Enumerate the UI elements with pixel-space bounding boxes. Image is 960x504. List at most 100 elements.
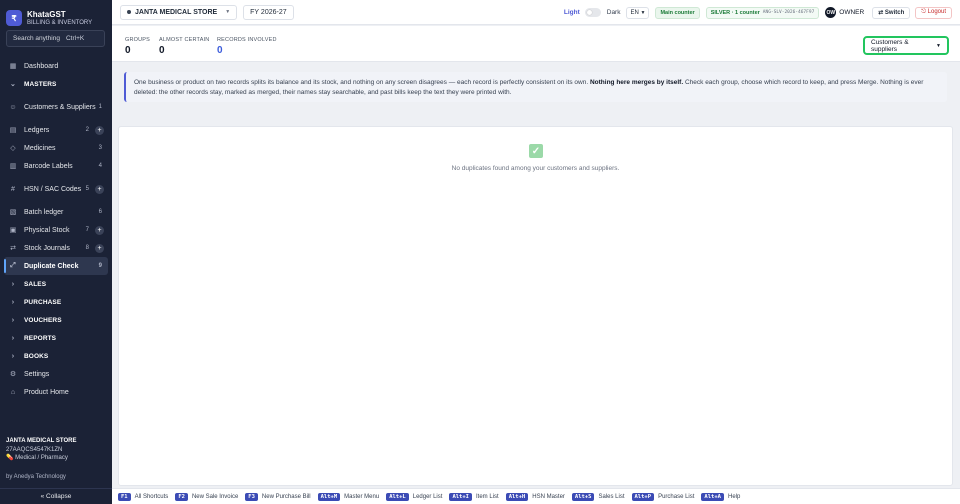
switch-button[interactable]: ⇄ Switch <box>872 6 911 19</box>
search-input[interactable]: Search anything Ctrl+K <box>6 30 105 47</box>
sidebar-item-customers-suppliers[interactable]: ☺ Customers & Suppliers 1 <box>4 93 108 121</box>
ledgers-icon: ▤ <box>9 127 17 134</box>
topbar-right: Light Dark EN ▼ Main counter SILVER · 1 … <box>564 5 952 20</box>
banner-text-pre: One business or product on two records s… <box>134 79 590 86</box>
stat-records-involved: RECORDS INVOLVED 0 <box>217 37 277 56</box>
checkmark-icon: ✓ <box>529 144 543 158</box>
light-theme-label[interactable]: Light <box>564 9 580 16</box>
shortcut-alt-h[interactable]: Alt+H HSN Master <box>505 492 565 501</box>
store-selector[interactable]: JANTA MEDICAL STORE ▼ <box>120 4 238 20</box>
sidebar-item-shortcut: 1 <box>98 104 102 110</box>
shortcut-key: Alt+M <box>317 492 341 501</box>
sidebar-item-label: BOOKS <box>24 352 49 360</box>
sidebar-item-shortcut: 8 <box>85 245 89 251</box>
counter-badge[interactable]: Main counter <box>655 6 700 19</box>
sidebar-item-medicines[interactable]: ◇ Medicines 3 <box>4 139 108 157</box>
shortcut-f3[interactable]: F3 New Purchase Bill <box>245 492 311 501</box>
chevron-icon: ⌄ <box>10 81 16 88</box>
sidebar-item-label: Batch ledger <box>24 208 64 216</box>
license-plan: SILVER · 1 counter <box>710 9 760 16</box>
add-icon[interactable]: + <box>95 184 104 194</box>
shortcut-alt-i[interactable]: Alt+I Item List <box>449 492 499 501</box>
sidebar-item-reports[interactable]: › REPORTS <box>4 329 108 347</box>
sidebar-item-purchase[interactable]: › PURCHASE <box>4 293 108 311</box>
sidebar-item-settings[interactable]: ⚙ Settings <box>4 365 108 383</box>
footer-store-name: JANTA MEDICAL STORE <box>6 438 77 444</box>
sidebar-item-product-home[interactable]: ⌂ Product Home <box>4 383 108 401</box>
shortcut-key: Alt+I <box>449 492 472 501</box>
sidebar-item-physical-stock[interactable]: ▣ Physical Stock 7 + <box>4 221 108 239</box>
search-shortcut: Ctrl+K <box>65 35 85 42</box>
shortcut-alt-l[interactable]: Alt+L Ledger List <box>386 492 442 501</box>
stat-value: 0 <box>159 45 165 56</box>
language-select[interactable]: EN ▼ <box>626 6 650 19</box>
chevron-icon: › <box>11 316 15 324</box>
pill-icon: 💊 <box>6 455 14 461</box>
sidebar-item-ledgers[interactable]: ▤ Ledgers 2 + <box>4 121 108 139</box>
shortcut-label: New Sale Invoice <box>191 493 239 500</box>
sidebar-item-vouchers[interactable]: › VOUCHERS <box>4 311 108 329</box>
sidebar-item-shortcut: 7 <box>85 227 89 233</box>
shortcut-f1[interactable]: F1 All Shortcuts <box>118 492 168 501</box>
shortcut-label: HSN Master <box>532 493 565 500</box>
sidebar-item-shortcut: 4 <box>98 163 102 169</box>
sidebar-item-label: HSN / SAC Codes <box>24 185 82 193</box>
sidebar-item-stock-journals[interactable]: ⇄ Stock Journals 8 + <box>4 239 108 257</box>
logout-button[interactable]: ⎋ Logout <box>915 6 952 19</box>
add-icon[interactable]: + <box>95 225 104 235</box>
sidebar-item-sales[interactable]: › SALES <box>4 275 108 293</box>
stat-value: 0 <box>217 45 223 56</box>
sidebar-item-label: Dashboard <box>24 62 59 70</box>
stat-groups: GROUPS 0 <box>125 37 150 56</box>
dark-theme-label[interactable]: Dark <box>607 9 621 16</box>
record-type-select[interactable]: Customers & suppliers ▼ <box>863 36 949 55</box>
medicines-icon: ◇ <box>10 145 16 152</box>
shortcut-alt-p[interactable]: Alt+P Purchase List <box>631 492 695 501</box>
shortcut-key: F1 <box>118 492 131 501</box>
shortcut-alt-a[interactable]: Alt+A Help <box>701 492 741 501</box>
avatar[interactable]: OW <box>825 7 837 18</box>
customers-suppliers-icon: ☺ <box>9 103 17 111</box>
sidebar: ₹ KhataGST BILLING & INVENTORY Search an… <box>0 0 112 504</box>
sidebar-item-books[interactable]: › BOOKS <box>4 347 108 365</box>
stock-journals-icon: ⇄ <box>10 245 16 252</box>
footer-by: by Anedya Technology <box>6 473 66 480</box>
add-icon[interactable]: + <box>95 243 104 253</box>
sidebar-item-shortcut: 6 <box>98 209 102 215</box>
footer-category: 💊 Medical / Pharmacy <box>6 454 106 463</box>
sidebar-item-label: REPORTS <box>24 334 57 342</box>
sidebar-item-barcode-labels[interactable]: ▥ Barcode Labels 4 <box>4 157 108 175</box>
shortcut-label: Purchase List <box>658 493 695 500</box>
footer-category-label: Medical / Pharmacy <box>15 455 68 461</box>
store-selector-label: JANTA MEDICAL STORE <box>135 8 218 16</box>
stat-label: ALMOST CERTAIN <box>159 37 210 43</box>
theme-toggle[interactable] <box>584 8 601 17</box>
sidebar-item-hsn-sac-codes[interactable]: # HSN / SAC Codes 5 + <box>4 175 108 203</box>
shortcut-label: Help <box>727 493 741 500</box>
info-banner: One business or product on two records s… <box>124 72 947 102</box>
shortcut-alt-s[interactable]: Alt+S Sales List <box>571 492 625 501</box>
sidebar-item-shortcut: 9 <box>98 263 102 269</box>
sidebar-item-duplicate-check[interactable]: ⤢ Duplicate Check 9 <box>4 257 108 275</box>
chevron-icon: › <box>11 334 15 342</box>
shortcut-key: Alt+S <box>571 492 595 501</box>
fy-selector[interactable]: FY 2026-27 <box>243 4 294 20</box>
shortcut-label: Master Menu <box>344 493 380 500</box>
shortcut-f2[interactable]: F2 New Sale Invoice <box>175 492 239 501</box>
store-dot-icon <box>127 10 131 14</box>
search-placeholder: Search anything <box>13 35 60 42</box>
brand[interactable]: ₹ KhataGST BILLING & INVENTORY <box>0 0 112 28</box>
settings-icon: ⚙ <box>9 371 17 378</box>
sidebar-item-masters[interactable]: ⌄ MASTERS <box>4 75 108 93</box>
sidebar-item-batch-ledger[interactable]: ▧ Batch ledger 6 <box>4 203 108 221</box>
stat-label: GROUPS <box>125 37 151 43</box>
collapse-button[interactable]: « Collapse <box>0 488 112 504</box>
sidebar-item-shortcut: 2 <box>85 127 89 133</box>
add-icon[interactable]: + <box>95 125 104 135</box>
shortcut-alt-m[interactable]: Alt+M Master Menu <box>317 492 380 501</box>
shortcut-label: Sales List <box>598 493 625 500</box>
store-info: JANTA MEDICAL STORE 27AAQCS4547K1ZN 💊 Me… <box>6 437 106 481</box>
shortcut-key: Alt+A <box>701 492 724 501</box>
sidebar-item-dashboard[interactable]: ▦ Dashboard <box>4 57 108 75</box>
stat-almost-certain: ALMOST CERTAIN 0 <box>159 37 209 56</box>
